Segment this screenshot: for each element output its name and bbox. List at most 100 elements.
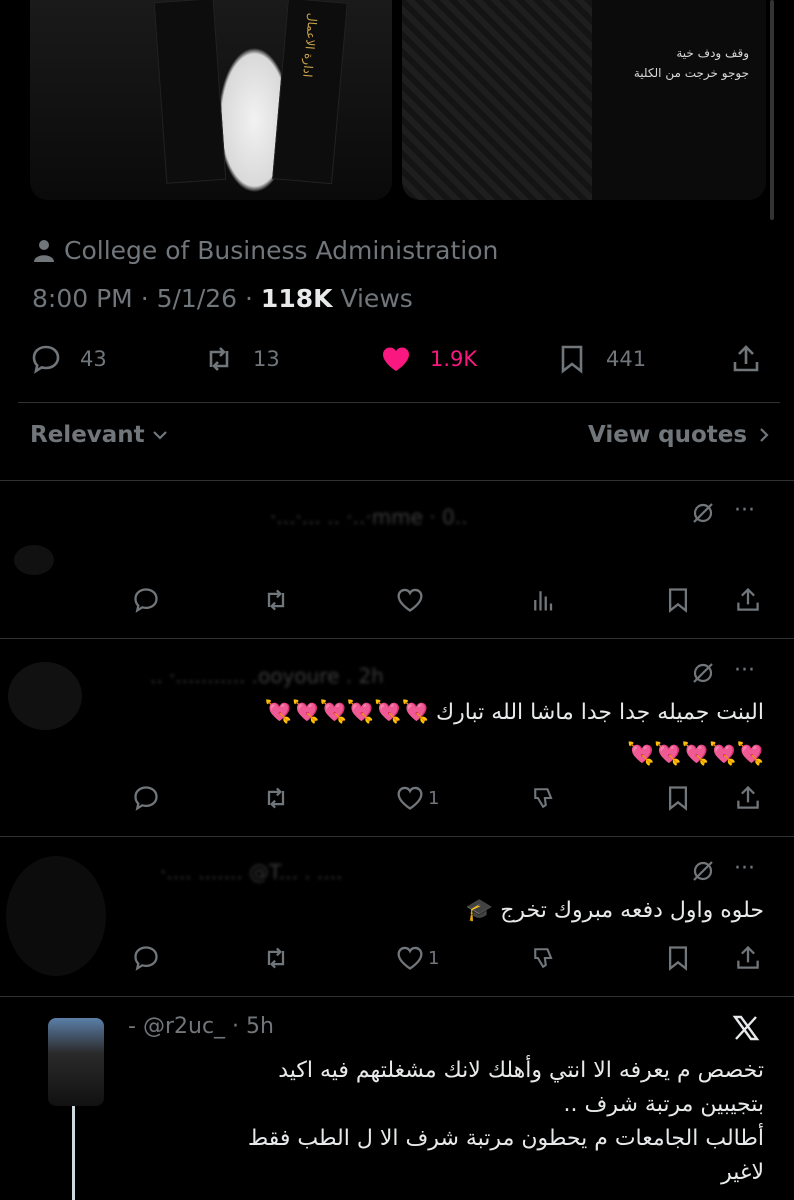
share-icon [737, 785, 759, 809]
quote-time: 5h [246, 1014, 274, 1039]
like-action[interactable]: 1.9K [380, 343, 477, 375]
dislike-action[interactable] [530, 944, 558, 972]
divider [0, 480, 794, 481]
stole-text: ادارة الاعمال [300, 12, 320, 78]
view-quotes-label: View quotes [588, 422, 748, 448]
views-action[interactable] [530, 586, 558, 614]
avatar[interactable] [6, 856, 106, 976]
like-action[interactable]: 1 [396, 784, 439, 812]
repost-action[interactable] [262, 944, 290, 972]
bookmark-icon [668, 588, 688, 613]
avatar[interactable] [14, 545, 54, 575]
repost-action[interactable] [262, 784, 290, 812]
share-action[interactable] [734, 784, 762, 812]
timestamp-row: 8:00 PM · 5/1/26 · 118K Views [32, 284, 413, 313]
more-options-icon[interactable]: ··· [734, 856, 755, 881]
engraved-slab: وقف ودف خية جوجو خرجت من الكلية [592, 0, 766, 200]
bookmark-action[interactable] [664, 784, 692, 812]
like-count: 1 [428, 947, 440, 969]
bookmark-action[interactable] [664, 586, 692, 614]
divider [0, 996, 794, 997]
thumbs-down-icon [534, 788, 553, 809]
bookmark-count: 441 [606, 347, 647, 371]
heart-icon [397, 786, 423, 810]
person-icon [34, 239, 54, 262]
thread-line [72, 1106, 75, 1200]
bookmark-action[interactable] [664, 944, 692, 972]
dislike-action[interactable] [530, 784, 558, 812]
separator-dot: · [232, 1014, 247, 1039]
repost-icon [267, 947, 285, 969]
quote-line: تخصص م يعرفه الا انتي وأهلك لانك مشغلتهم… [278, 1058, 764, 1083]
view-quotes-link[interactable]: View quotes [588, 422, 773, 448]
sort-dropdown[interactable]: Relevant [30, 422, 169, 448]
more-options-icon[interactable]: ··· [734, 658, 755, 683]
avatar[interactable] [48, 1018, 104, 1106]
tweet-time[interactable]: 8:00 PM [32, 284, 133, 313]
share-action[interactable] [734, 586, 762, 614]
share-icon [733, 345, 759, 372]
analytics-icon [534, 591, 553, 611]
community-name: College of Business Administration [64, 236, 499, 265]
share-action[interactable] [734, 944, 762, 972]
graduation-stole [153, 0, 227, 184]
share-icon [737, 945, 759, 969]
comment-icon [134, 786, 158, 811]
quote-line: بتجيبين مرتبة شرف .. [563, 1092, 764, 1117]
reply-action[interactable] [132, 944, 160, 972]
bookmark-icon [561, 345, 583, 374]
slab-text-line-2: جوجو خرجت من الكلية [633, 66, 749, 80]
separator-dot: · [140, 284, 157, 313]
tweet-photo-2[interactable]: وقف ودف خية جوجو خرجت من الكلية [402, 0, 766, 200]
bookmark-action[interactable]: 441 [556, 343, 646, 375]
reply-text: البنت جميله جدا جدا ماشا الله تبارك 💘💘💘💘… [264, 700, 764, 767]
community-row[interactable]: College of Business Administration [32, 236, 498, 265]
separator-dot: · [245, 284, 261, 313]
share-action[interactable] [730, 343, 762, 375]
avatar[interactable] [8, 662, 82, 730]
quote-dash: - [128, 1014, 136, 1039]
more-options-icon[interactable]: ··· [734, 498, 755, 523]
divider [0, 836, 794, 837]
tweet-date[interactable]: 5/1/26 [157, 284, 237, 313]
repost-action[interactable] [262, 586, 290, 614]
slab-text-line-1: وقف ودف خية [676, 46, 749, 60]
comment-icon [134, 946, 158, 971]
divider [0, 638, 794, 639]
quote-header[interactable]: - @r2uc_ · 5h [128, 1014, 274, 1039]
repost-action[interactable]: 13 [203, 343, 280, 375]
x-logo-icon[interactable] [732, 1014, 760, 1042]
repost-icon [209, 347, 229, 371]
repost-count: 13 [253, 347, 280, 371]
reply-action[interactable] [132, 784, 160, 812]
quote-line: أطالب الجامعات م يحطون مرتبة شرف الا ل ا… [247, 1126, 764, 1151]
grok-icon[interactable] [690, 500, 716, 526]
grok-icon[interactable] [690, 660, 716, 686]
grok-icon[interactable] [690, 858, 716, 884]
scrollbar[interactable] [770, 0, 774, 220]
repost-icon [267, 787, 285, 809]
heart-icon [397, 588, 423, 612]
reply-action[interactable]: 43 [30, 343, 107, 375]
like-action[interactable] [396, 586, 424, 614]
sort-label: Relevant [30, 422, 145, 448]
reply-text: حلوه واول دفعه مبروك تخرج 🎓 [465, 898, 764, 923]
reply-action[interactable] [132, 586, 160, 614]
quote-handle: @r2uc_ [142, 1014, 226, 1039]
reply-count: 43 [80, 347, 107, 371]
views-label: Views [340, 284, 413, 313]
chevron-down-icon [152, 431, 167, 440]
like-action[interactable]: 1 [396, 944, 439, 972]
comment-icon [32, 345, 60, 374]
share-icon [737, 587, 759, 611]
bookmark-icon [668, 946, 688, 971]
divider [18, 402, 780, 403]
thumbs-down-icon [534, 948, 553, 969]
like-count: 1 [428, 787, 440, 809]
tweet-photo-1[interactable]: ادارة الاعمال [30, 0, 392, 200]
views-count: 118K [260, 284, 333, 313]
reply-handle-blurred: .. ·........... .ooyoure . 2h [150, 664, 384, 688]
reply-handle-blurred: ·.... ....... @T... . .... [160, 860, 343, 884]
like-count: 1.9K [430, 347, 478, 371]
comment-icon [134, 588, 158, 613]
